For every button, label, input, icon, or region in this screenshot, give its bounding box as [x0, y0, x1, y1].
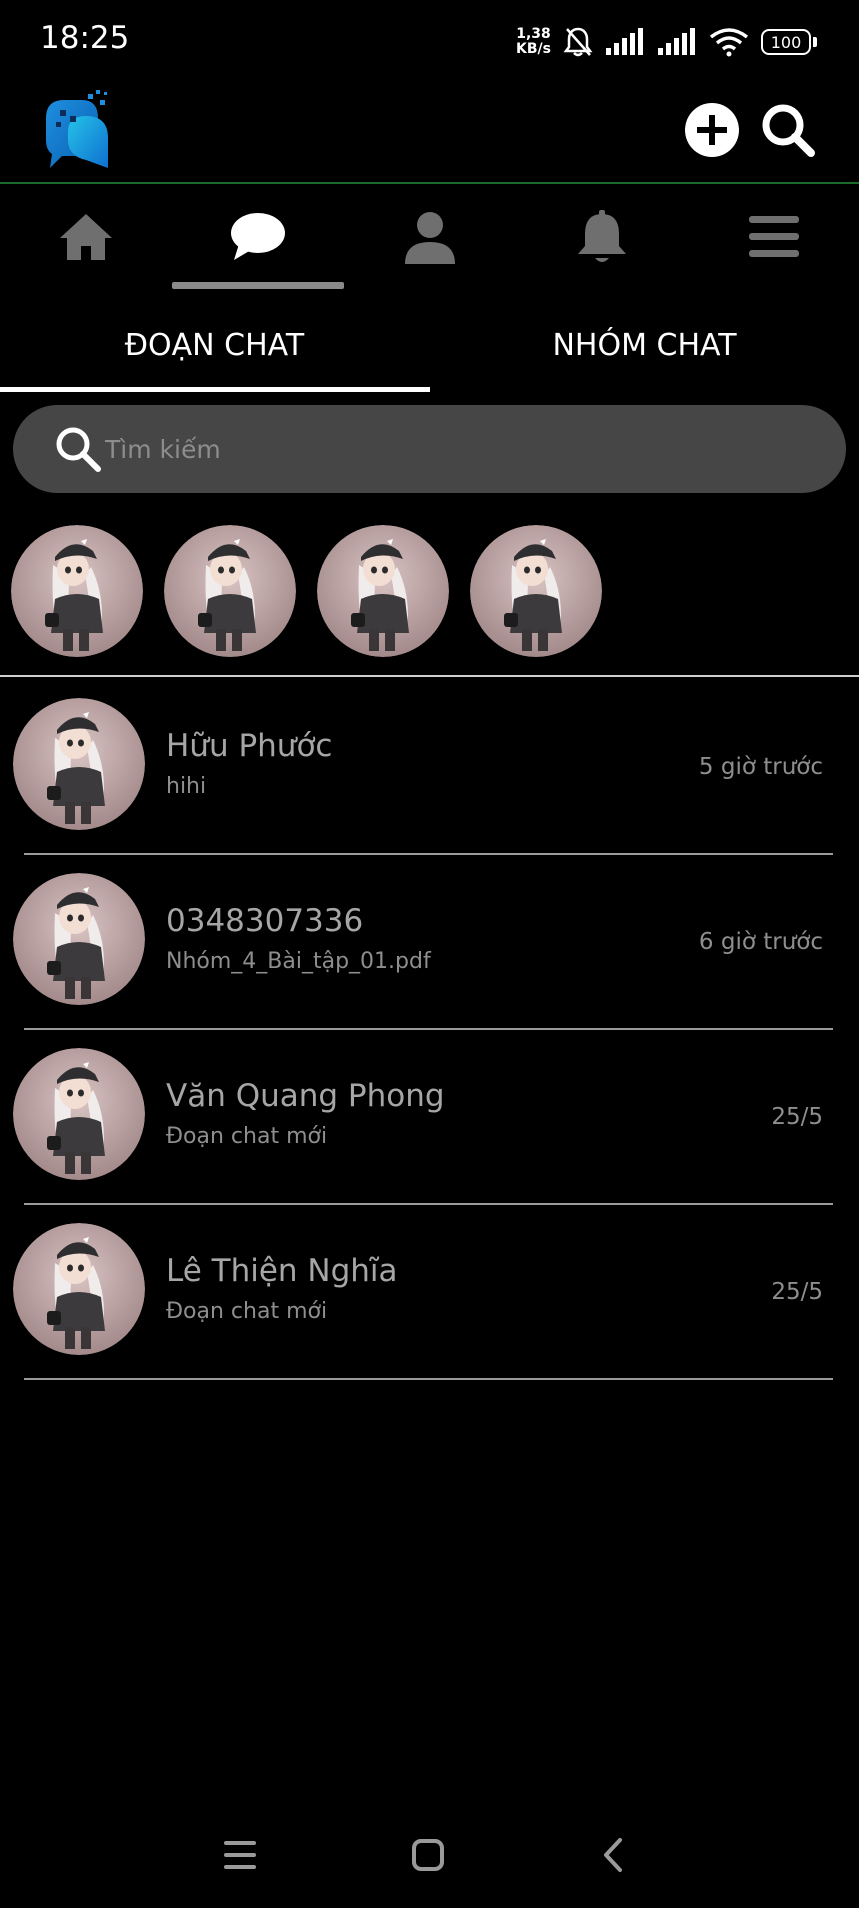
search-icon	[56, 427, 101, 472]
conversation-item[interactable]: Văn Quang Phong Đoạn chat mới 25/5	[0, 1030, 859, 1205]
tab-active-indicator	[0, 387, 430, 392]
avatar	[13, 1223, 145, 1355]
avatar	[11, 525, 143, 657]
conversation-preview: Nhóm_4_Bài_tập_01.pdf	[166, 949, 431, 974]
status-bar: 18:25 1,38 KB/s 100	[0, 0, 859, 80]
story-avatar[interactable]	[11, 525, 143, 657]
conversation-item[interactable]: Hữu Phước hihi 5 giờ trước	[0, 680, 859, 855]
nav-home[interactable]	[0, 208, 172, 290]
story-avatar[interactable]	[164, 525, 296, 657]
mute-bell-icon	[563, 27, 593, 57]
conversation-time: 25/5	[771, 1279, 823, 1305]
avatar	[317, 525, 449, 657]
battery-level: 100	[761, 29, 811, 55]
avatar-image	[13, 1048, 145, 1180]
back-button[interactable]	[592, 1832, 638, 1878]
divider	[0, 675, 859, 677]
avatar-image	[13, 1223, 145, 1355]
menu-icon	[749, 216, 799, 257]
network-speed: 1,38 KB/s	[516, 27, 551, 57]
stories-row	[0, 522, 859, 660]
nav-menu[interactable]	[688, 208, 859, 290]
story-avatar[interactable]	[317, 525, 449, 657]
app-header	[0, 80, 859, 184]
avatar	[13, 698, 145, 830]
nav-profile[interactable]	[344, 208, 516, 290]
network-speed-unit: KB/s	[516, 41, 551, 57]
conversation-preview: Đoạn chat mới	[166, 1124, 328, 1149]
menu-icon	[224, 1841, 256, 1869]
search-icon	[762, 104, 815, 157]
tab-doan-chat[interactable]: ĐOẠN CHAT	[0, 296, 429, 394]
avatar-image	[13, 698, 145, 830]
avatar	[470, 525, 602, 657]
network-speed-value: 1,38	[516, 26, 551, 42]
tab-nhom-chat[interactable]: NHÓM CHAT	[430, 296, 859, 394]
conversation-preview: Đoạn chat mới	[166, 1299, 328, 1324]
conversation-time: 5 giờ trước	[698, 754, 823, 780]
search-button[interactable]	[758, 100, 818, 160]
nav-notifications[interactable]	[516, 208, 688, 290]
avatar	[13, 873, 145, 1005]
user-icon	[405, 212, 455, 264]
signal-icon	[606, 28, 643, 55]
conversation-time: 25/5	[771, 1104, 823, 1130]
avatar	[164, 525, 296, 657]
conversation-name: 0348307336	[166, 903, 364, 939]
status-time: 18:25	[40, 20, 130, 56]
battery-indicator: 100	[761, 29, 817, 55]
app-logo-icon[interactable]	[42, 88, 114, 172]
search-input[interactable]	[103, 433, 807, 465]
status-icons: 1,38 KB/s 100	[516, 22, 817, 62]
plus-circle-icon	[685, 103, 739, 157]
avatar-image	[13, 873, 145, 1005]
home-icon	[60, 214, 112, 260]
divider	[24, 1378, 833, 1380]
wifi-icon	[709, 28, 749, 57]
add-button[interactable]	[682, 100, 742, 160]
recent-apps-button[interactable]	[218, 1832, 264, 1878]
conversation-preview: hihi	[166, 774, 207, 799]
bell-icon	[578, 210, 626, 262]
chat-tabs: ĐOẠN CHAT NHÓM CHAT	[0, 296, 859, 396]
conversation-name: Lê Thiện Nghĩa	[166, 1253, 398, 1289]
conversation-name: Văn Quang Phong	[166, 1078, 445, 1114]
signal-icon-2	[658, 28, 695, 55]
main-nav	[0, 190, 859, 290]
system-navigation-bar	[0, 1820, 859, 1890]
avatar	[13, 1048, 145, 1180]
nav-active-indicator	[172, 282, 344, 289]
story-avatar[interactable]	[470, 525, 602, 657]
search-bar[interactable]	[13, 405, 846, 493]
conversation-item[interactable]: 0348307336 Nhóm_4_Bài_tập_01.pdf 6 giờ t…	[0, 855, 859, 1030]
chevron-left-icon	[604, 1838, 622, 1872]
square-icon	[412, 1839, 444, 1871]
conversation-name: Hữu Phước	[166, 728, 333, 764]
conversation-time: 6 giờ trước	[698, 929, 823, 955]
conversation-item[interactable]: Lê Thiện Nghĩa Đoạn chat mới 25/5	[0, 1205, 859, 1380]
chat-bubble-icon	[231, 213, 285, 260]
home-button[interactable]	[405, 1832, 451, 1878]
nav-chat[interactable]	[172, 208, 344, 290]
battery-tip	[813, 37, 817, 47]
conversation-list: Hữu Phước hihi 5 giờ trước 0348307336 Nh…	[0, 680, 859, 1380]
